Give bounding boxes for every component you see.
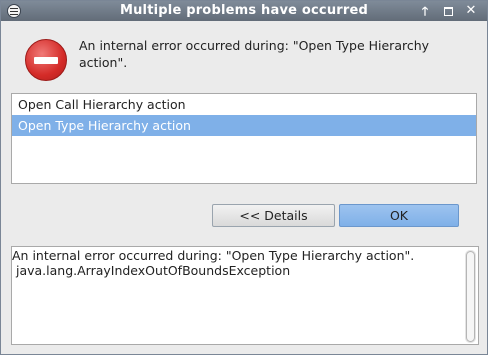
list-item-selected[interactable]: Open Type Hierarchy action <box>12 115 476 136</box>
problems-list[interactable]: Open Call Hierarchy action Open Type Hie… <box>11 93 477 184</box>
scrollbar-thumb[interactable] <box>466 251 475 342</box>
maximize-icon[interactable] <box>438 2 458 20</box>
list-item[interactable]: Open Call Hierarchy action <box>12 94 476 115</box>
error-dialog: Multiple problems have occurred 🡑 ✕ An i… <box>0 0 488 355</box>
arrow-up-icon[interactable]: 🡑 <box>415 2 435 20</box>
error-message: An internal error occurred during: "Open… <box>79 38 430 70</box>
error-icon <box>25 39 67 81</box>
ok-button[interactable]: OK <box>339 204 459 227</box>
vertical-scrollbar[interactable] <box>465 250 476 343</box>
details-text-area[interactable]: An internal error occurred during: "Open… <box>11 246 479 345</box>
close-icon[interactable]: ✕ <box>461 2 481 20</box>
details-button[interactable]: << Details <box>212 204 335 227</box>
details-text: An internal error occurred during: "Open… <box>12 248 415 278</box>
title-bar[interactable]: Multiple problems have occurred 🡑 ✕ <box>1 1 487 21</box>
